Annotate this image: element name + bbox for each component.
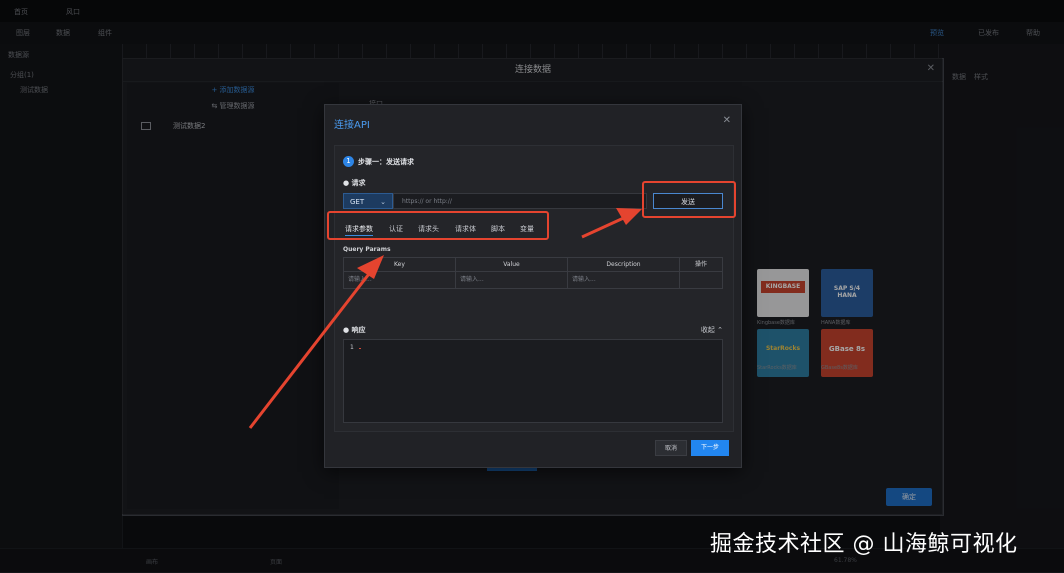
watermark: 掘金技术社区 @ 山海鲸可视化 — [710, 532, 1018, 557]
annotation-arrows — [248, 208, 642, 429]
arrow-to-send — [581, 208, 642, 239]
arrow-to-tabs — [248, 255, 384, 429]
